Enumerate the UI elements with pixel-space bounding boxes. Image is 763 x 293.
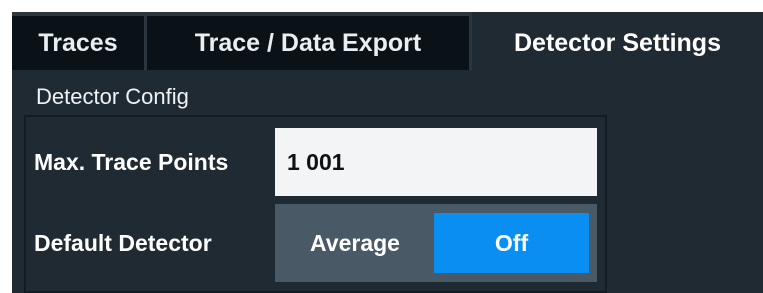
max-trace-points-label: Max. Trace Points [34,149,229,175]
detector-option-off[interactable]: Off [434,213,589,273]
max-trace-points-input[interactable]: 1 001 [275,128,597,196]
tab-trace-data-export[interactable]: Trace / Data Export [147,12,472,70]
default-detector-toggle[interactable]: Average Off [275,204,597,282]
detector-option-average[interactable]: Average [289,213,421,273]
tab-bar: Traces Trace / Data Export Detector Sett… [12,12,763,70]
tab-traces[interactable]: Traces [12,12,147,70]
default-detector-label: Default Detector [34,230,212,256]
detector-settings-dialog: Traces Trace / Data Export Detector Sett… [12,12,763,293]
section-title-detector-config: Detector Config [36,84,189,109]
tab-detector-settings[interactable]: Detector Settings [472,12,763,70]
